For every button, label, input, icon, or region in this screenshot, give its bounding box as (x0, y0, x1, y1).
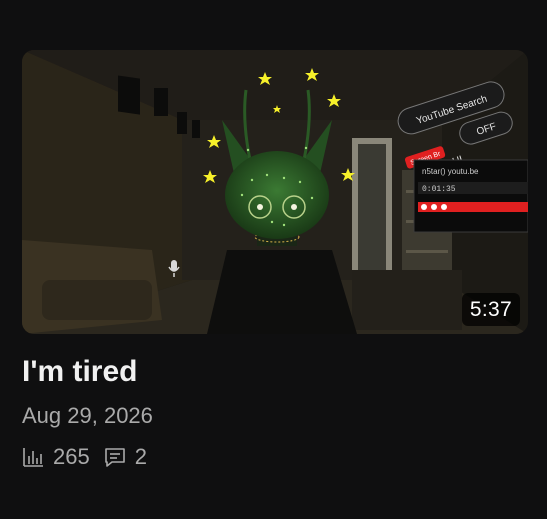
svg-text:n5tar() youtu.be: n5tar() youtu.be (422, 167, 479, 176)
duration-badge: 5:37 (461, 293, 520, 326)
thumbnail-scene: YouTube Search OFF UI Screen Br n5tar() … (22, 50, 528, 334)
comment-icon (104, 446, 126, 468)
comments-count: 2 (134, 444, 147, 469)
views-count: 265 (53, 444, 90, 469)
bar-chart-icon (22, 446, 44, 468)
video-stats: 265 2 (22, 442, 161, 472)
comments-stat[interactable]: 2 (104, 444, 147, 470)
video-title[interactable]: I'm tired (22, 352, 138, 392)
video-thumbnail[interactable]: YouTube Search OFF UI Screen Br n5tar() … (22, 50, 528, 334)
svg-text:0:01:35: 0:01:35 (422, 185, 456, 194)
publish-date: Aug 29, 2026 (22, 403, 153, 428)
views-stat: 265 (22, 444, 90, 470)
video-card[interactable]: YouTube Search OFF UI Screen Br n5tar() … (0, 0, 547, 519)
